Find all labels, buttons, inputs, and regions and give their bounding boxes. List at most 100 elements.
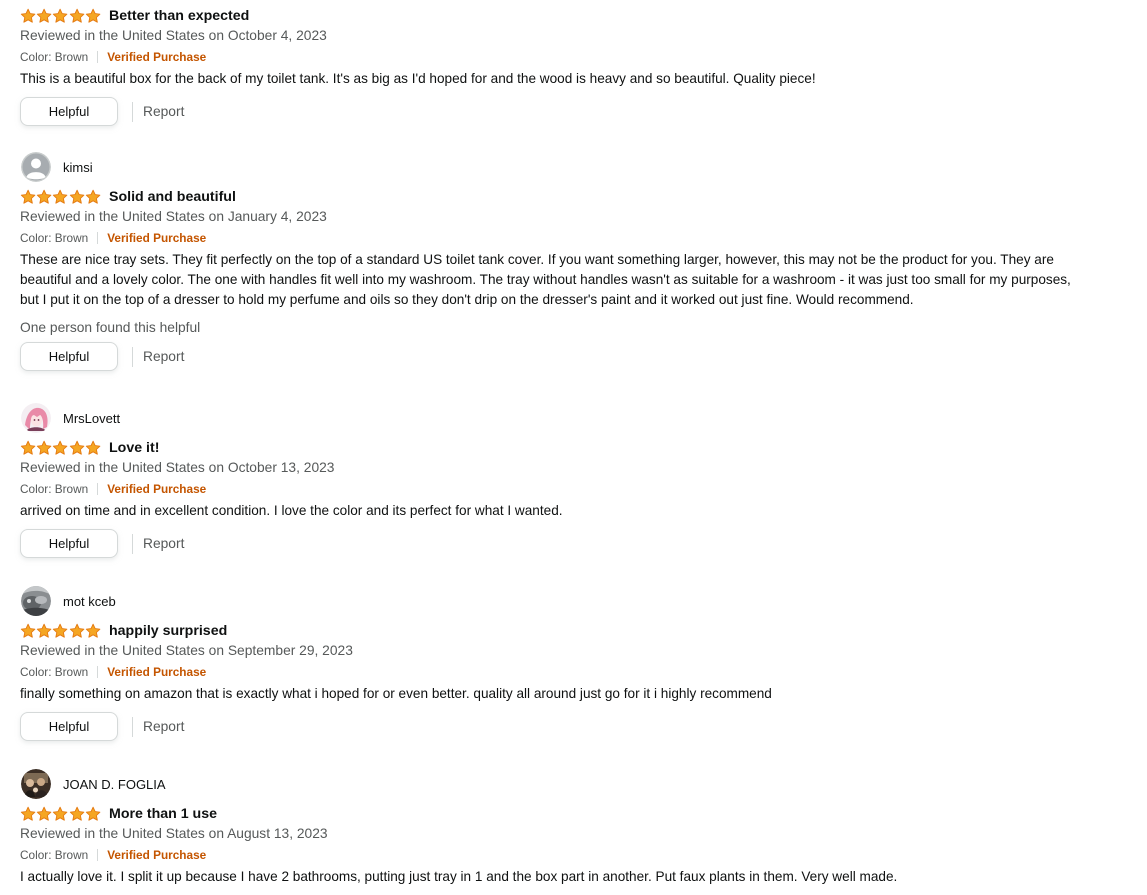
star-icon: [69, 806, 84, 821]
star-icon: [69, 440, 84, 455]
reviewer-name[interactable]: mot kceb: [63, 594, 116, 609]
reviewer-name[interactable]: MrsLovett: [63, 411, 120, 426]
verified-purchase-badge: Verified Purchase: [107, 231, 207, 245]
star-icon: [53, 440, 68, 455]
meta-divider: [97, 483, 99, 495]
default-avatar-icon: [21, 152, 51, 182]
star-icon: [85, 806, 101, 821]
report-link[interactable]: Report: [143, 104, 184, 119]
star-rating[interactable]: [20, 440, 101, 456]
photo-avatar-icon: [21, 769, 51, 799]
helpful-button[interactable]: Helpful: [20, 97, 118, 126]
review-body-line: These are nice tray sets. They fit perfe…: [20, 252, 1054, 267]
review-title-row: Love it!: [20, 438, 1147, 458]
review-actions: Helpful Report: [20, 341, 1147, 372]
star-icon: [20, 623, 36, 638]
reviews-list: Better than expected Reviewed in the Uni…: [0, 0, 1147, 895]
star-icon: [85, 8, 101, 23]
meta-divider: [97, 232, 99, 244]
helpful-count: One person found this helpful: [20, 320, 201, 335]
helpful-button[interactable]: Helpful: [20, 342, 118, 371]
star-rating[interactable]: [20, 8, 101, 24]
review-body: finally something on amazon that is exac…: [20, 684, 1147, 704]
review-date: Reviewed in the United States on Septemb…: [20, 643, 353, 658]
action-divider: [132, 346, 133, 367]
report-link[interactable]: Report: [143, 719, 184, 734]
review-body-line: beautiful and a lovely color. The one wi…: [20, 272, 1071, 287]
star-icon: [53, 189, 68, 204]
helpful-button[interactable]: Helpful: [20, 529, 118, 558]
review-card: mot kceb happily surprised Reviewed in t…: [20, 586, 1147, 742]
review-meta: Color: Brown Verified Purchase: [20, 228, 1147, 248]
star-icon: [37, 806, 52, 821]
review-card: JOAN D. FOGLIA More than 1 use Reviewed …: [20, 769, 1147, 887]
variant-color[interactable]: Color: Brown: [20, 47, 88, 67]
review-actions: Helpful Report: [20, 711, 1147, 742]
review-body-line: I actually love it. I split it up becaus…: [20, 869, 898, 884]
star-rating[interactable]: [20, 623, 101, 639]
review-title[interactable]: happily surprised: [109, 623, 227, 639]
reviewer-name[interactable]: kimsi: [63, 160, 93, 175]
review-body-line: finally something on amazon that is exac…: [20, 686, 772, 701]
helpful-button[interactable]: Helpful: [20, 712, 118, 741]
review-title-row: Solid and beautiful: [20, 187, 1147, 207]
reviewer-name[interactable]: JOAN D. FOGLIA: [63, 777, 166, 792]
review-card: kimsi Solid and beautiful Reviewed in th…: [20, 152, 1147, 372]
verified-purchase-badge: Verified Purchase: [107, 848, 207, 862]
star-rating[interactable]: [20, 189, 101, 205]
verified-purchase-badge: Verified Purchase: [107, 665, 207, 679]
review-title[interactable]: More than 1 use: [109, 806, 217, 822]
action-divider: [132, 716, 133, 737]
variant-color[interactable]: Color: Brown: [20, 479, 88, 499]
reviewer-profile[interactable]: MrsLovett: [20, 403, 1147, 433]
action-divider: [132, 101, 133, 122]
review-date: Reviewed in the United States on October…: [20, 28, 327, 43]
star-icon: [69, 189, 84, 204]
review-title-row: More than 1 use: [20, 804, 1147, 824]
review-title[interactable]: Better than expected: [109, 8, 249, 24]
photo-avatar-icon: [21, 586, 51, 616]
star-icon: [53, 623, 68, 638]
review-title[interactable]: Love it!: [109, 440, 159, 456]
review-meta: Color: Brown Verified Purchase: [20, 845, 1147, 865]
star-icon: [20, 806, 36, 821]
star-icon: [53, 806, 68, 821]
variant-color[interactable]: Color: Brown: [20, 845, 88, 865]
star-icon: [20, 8, 36, 23]
action-divider: [132, 533, 133, 554]
reviewer-profile[interactable]: mot kceb: [20, 586, 1147, 616]
review-title[interactable]: Solid and beautiful: [109, 189, 236, 205]
verified-purchase-badge: Verified Purchase: [107, 482, 207, 496]
anime-avatar-icon: [21, 403, 51, 433]
star-icon: [20, 189, 36, 204]
variant-color[interactable]: Color: Brown: [20, 228, 88, 248]
meta-divider: [97, 51, 99, 63]
review-card: Better than expected Reviewed in the Uni…: [20, 5, 1147, 127]
review-title-row: Better than expected: [20, 6, 1147, 26]
review-actions: Helpful Report: [20, 528, 1147, 559]
review-body: This is a beautiful box for the back of …: [20, 69, 1147, 89]
review-body-line: This is a beautiful box for the back of …: [20, 71, 816, 86]
star-icon: [85, 189, 101, 204]
meta-divider: [97, 849, 99, 861]
review-meta: Color: Brown Verified Purchase: [20, 662, 1147, 682]
star-icon: [85, 440, 101, 455]
star-icon: [85, 623, 101, 638]
report-link[interactable]: Report: [143, 536, 184, 551]
review-body: I actually love it. I split it up becaus…: [20, 867, 1147, 887]
star-icon: [69, 623, 84, 638]
review-actions: Helpful Report: [20, 96, 1147, 127]
review-meta: Color: Brown Verified Purchase: [20, 47, 1147, 67]
reviewer-profile[interactable]: kimsi: [20, 152, 1147, 182]
star-icon: [20, 440, 36, 455]
variant-color[interactable]: Color: Brown: [20, 662, 88, 682]
review-body-line: arrived on time and in excellent conditi…: [20, 503, 563, 518]
star-icon: [37, 189, 52, 204]
review-body: arrived on time and in excellent conditi…: [20, 501, 1147, 521]
report-link[interactable]: Report: [143, 349, 184, 364]
review-date: Reviewed in the United States on January…: [20, 209, 327, 224]
reviewer-profile[interactable]: JOAN D. FOGLIA: [20, 769, 1147, 799]
review-meta: Color: Brown Verified Purchase: [20, 479, 1147, 499]
review-date: Reviewed in the United States on October…: [20, 460, 335, 475]
star-rating[interactable]: [20, 806, 101, 822]
